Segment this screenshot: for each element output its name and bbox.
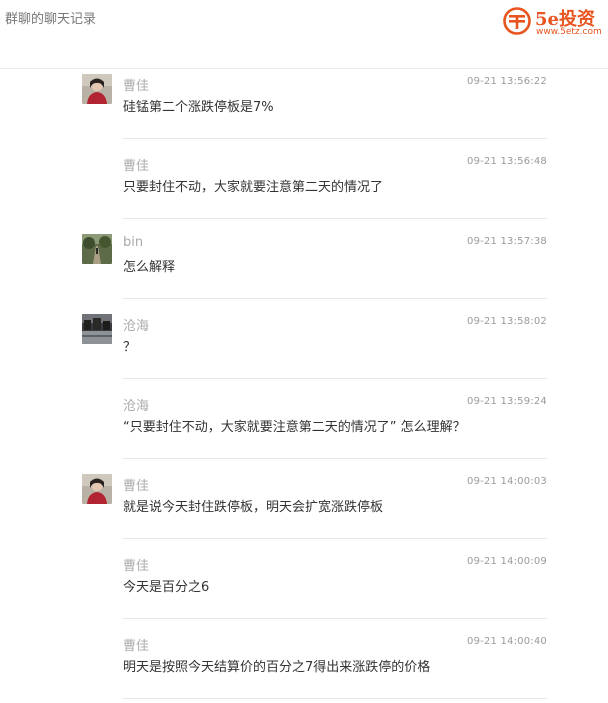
avatar-canghai[interactable] xyxy=(82,314,112,344)
message-time: 09-21 13:57:38 xyxy=(467,236,547,247)
header: 群聊的聊天记录 5e投资 www.5etz.com xyxy=(0,0,608,69)
avatar-caojia[interactable] xyxy=(82,474,112,504)
logo[interactable]: 5e投资 www.5etz.com xyxy=(503,4,605,38)
divider xyxy=(123,458,547,459)
message-time: 09-21 13:56:48 xyxy=(467,156,547,167)
logo-url: www.5etz.com xyxy=(536,27,602,37)
message-time: 09-21 13:59:24 xyxy=(467,396,547,407)
message-time: 09-21 13:56:22 xyxy=(467,76,547,87)
message-text: 明天是按照今天结算价的百分之7得出来涨跌停的价格 xyxy=(123,660,431,675)
message-item: 曹佳 09-21 14:00:40 明天是按照今天结算价的百分之7得出来涨跌停的… xyxy=(82,634,547,675)
divider xyxy=(123,138,547,139)
avatar-caojia[interactable] xyxy=(82,74,112,104)
chat-history-page: 群聊的聊天记录 5e投资 www.5etz.com 曹佳 09-21 13:56… xyxy=(0,0,608,703)
message-item: 曹佳 09-21 14:00:03 就是说今天封住跌停板，明天会扩宽涨跌停板 xyxy=(82,474,547,515)
avatar-bin[interactable] xyxy=(82,234,112,264)
avatar-canghai-image xyxy=(82,314,112,344)
avatar-bin-image xyxy=(82,234,112,264)
divider xyxy=(123,538,547,539)
sender-name: 曹佳 xyxy=(123,159,150,174)
divider xyxy=(123,298,547,299)
sender-name: 曹佳 xyxy=(123,479,150,494)
message-time: 09-21 13:58:02 xyxy=(467,316,547,327)
message-time: 09-21 14:00:40 xyxy=(467,636,547,647)
sender-name: 曹佳 xyxy=(123,559,150,574)
message-item: 沧海 09-21 13:58:02 ？ xyxy=(82,314,547,355)
message-item: 曹佳 09-21 13:56:22 硅锰第二个涨跌停板是7% xyxy=(82,74,547,115)
sender-name: 曹佳 xyxy=(123,639,150,654)
sender-name: 沧海 xyxy=(123,399,150,414)
message-item: 曹佳 09-21 14:00:09 今天是百分之6 xyxy=(82,554,547,595)
message-item: 沧海 09-21 13:59:24 “只要封住不动，大家就要注意第二天的情况了”… xyxy=(82,394,547,435)
message-item: bin 09-21 13:57:38 怎么解释 xyxy=(82,234,547,275)
divider xyxy=(123,218,547,219)
message-text: 只要封住不动，大家就要注意第二天的情况了 xyxy=(123,180,384,195)
message-text: 今天是百分之6 xyxy=(123,580,210,595)
sender-name: 沧海 xyxy=(123,319,150,334)
divider xyxy=(123,378,547,379)
message-text: 怎么解释 xyxy=(123,260,176,275)
divider xyxy=(123,618,547,619)
message-text: “只要封住不动，大家就要注意第二天的情况了” 怎么理解？ xyxy=(123,420,466,435)
sender-name: 曹佳 xyxy=(123,79,150,94)
avatar-caojia-image xyxy=(82,474,112,504)
message-text: 就是说今天封住跌停板，明天会扩宽涨跌停板 xyxy=(123,500,384,515)
sender-name: bin xyxy=(123,235,144,250)
page-title: 群聊的聊天记录 xyxy=(5,12,97,27)
avatar-caojia-image xyxy=(82,74,112,104)
message-time: 09-21 14:00:09 xyxy=(467,556,547,567)
message-text: ？ xyxy=(123,340,137,355)
message-text: 硅锰第二个涨跌停板是7% xyxy=(123,100,274,115)
message-time: 09-21 14:00:03 xyxy=(467,476,547,487)
message-item: 曹佳 09-21 13:56:48 只要封住不动，大家就要注意第二天的情况了 xyxy=(82,154,547,195)
logo-mark-icon xyxy=(503,7,531,35)
divider xyxy=(123,698,547,699)
